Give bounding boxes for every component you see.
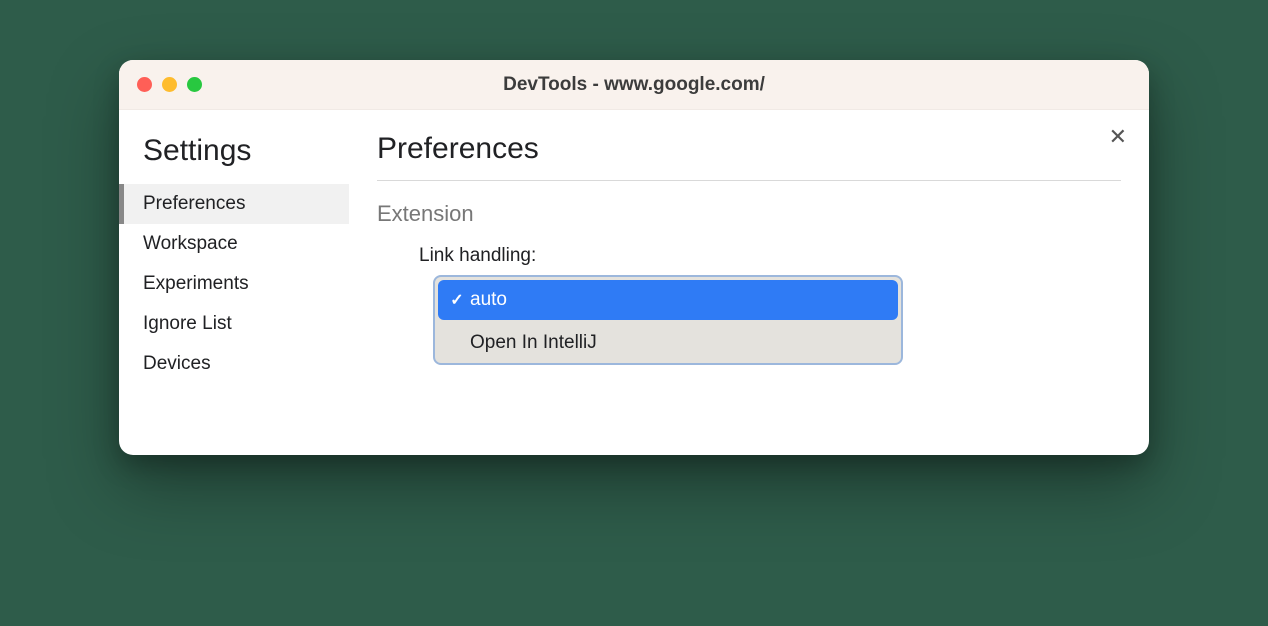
sidebar-item-label: Experiments bbox=[143, 273, 249, 294]
close-icon[interactable]: ✕ bbox=[1109, 126, 1127, 148]
sidebar-item-label: Preferences bbox=[143, 193, 245, 214]
page-title: Preferences bbox=[377, 132, 1121, 181]
sidebar-item-experiments[interactable]: Experiments bbox=[119, 264, 349, 304]
link-handling-dropdown[interactable]: ✓ auto ✓ Open In IntelliJ bbox=[433, 275, 903, 365]
sidebar-item-label: Ignore List bbox=[143, 313, 232, 334]
check-icon: ✓ bbox=[444, 290, 470, 310]
sidebar-item-label: Devices bbox=[143, 353, 211, 374]
sidebar-item-ignore-list[interactable]: Ignore List bbox=[119, 304, 349, 344]
section-title: Extension bbox=[377, 201, 1121, 227]
settings-sidebar: Settings Preferences Workspace Experimen… bbox=[119, 110, 349, 455]
close-window-button[interactable] bbox=[137, 77, 152, 92]
main-panel: Preferences Extension Link handling: ✓ a… bbox=[349, 110, 1149, 455]
sidebar-title: Settings bbox=[119, 128, 349, 184]
sidebar-item-preferences[interactable]: Preferences bbox=[119, 184, 349, 224]
minimize-window-button[interactable] bbox=[162, 77, 177, 92]
titlebar: DevTools - www.google.com/ bbox=[119, 60, 1149, 110]
window-title: DevTools - www.google.com/ bbox=[503, 74, 765, 96]
content-area: ✕ Settings Preferences Workspace Experim… bbox=[119, 110, 1149, 455]
sidebar-item-workspace[interactable]: Workspace bbox=[119, 224, 349, 264]
devtools-window: DevTools - www.google.com/ ✕ Settings Pr… bbox=[119, 60, 1149, 455]
dropdown-option-label: Open In IntelliJ bbox=[470, 332, 597, 354]
dropdown-option-open-in-intellij[interactable]: ✓ Open In IntelliJ bbox=[435, 323, 901, 363]
dropdown-option-auto[interactable]: ✓ auto bbox=[438, 280, 898, 320]
link-handling-label: Link handling: bbox=[419, 245, 1121, 267]
dropdown-option-label: auto bbox=[470, 289, 507, 311]
sidebar-item-devices[interactable]: Devices bbox=[119, 344, 349, 384]
sidebar-item-label: Workspace bbox=[143, 233, 238, 254]
maximize-window-button[interactable] bbox=[187, 77, 202, 92]
traffic-lights bbox=[137, 77, 202, 92]
